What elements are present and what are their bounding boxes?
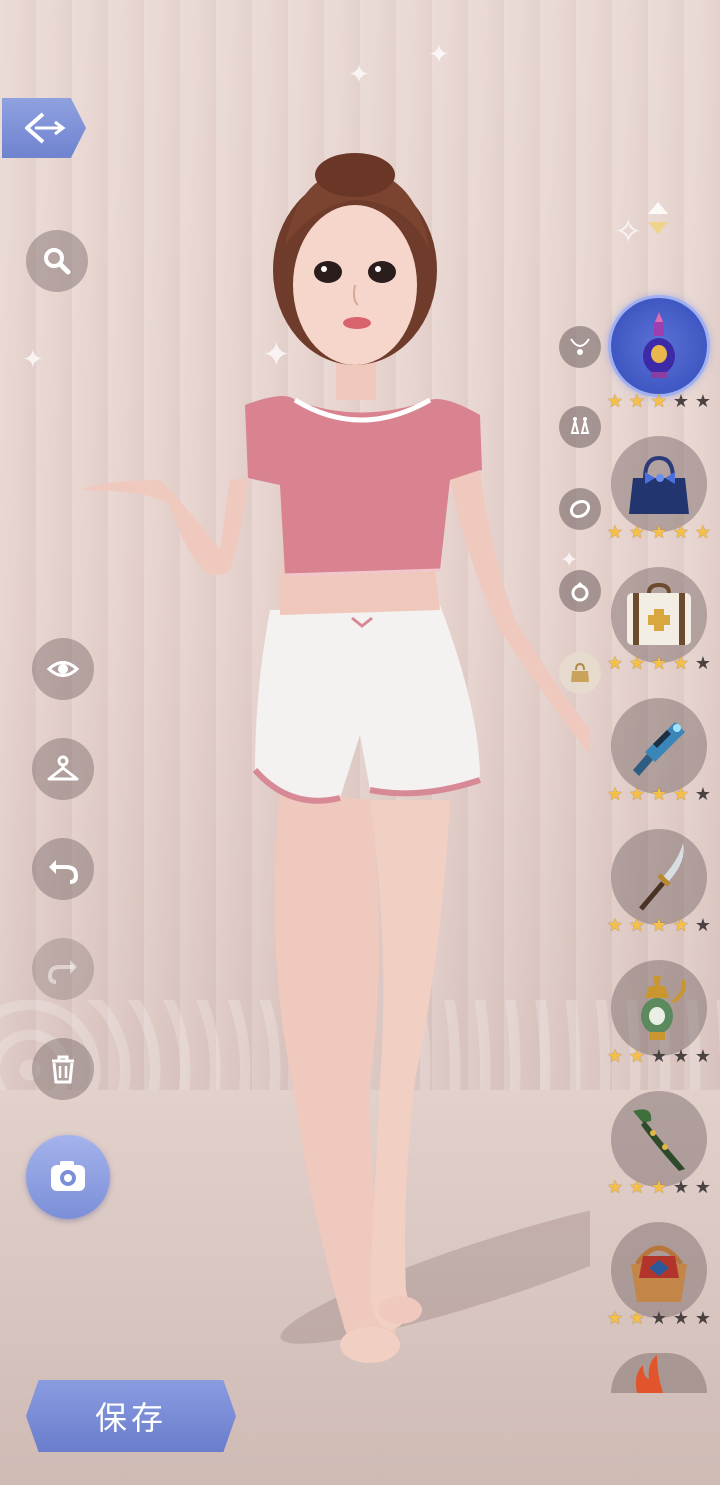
category-necklace[interactable] <box>559 326 601 368</box>
undo-button[interactable] <box>32 838 94 900</box>
perfume-bottle-icon <box>643 312 675 378</box>
back-arrow-icon <box>25 112 66 144</box>
visibility-button[interactable] <box>32 638 94 700</box>
undo-icon <box>49 860 79 884</box>
blue-handbag-icon <box>629 455 689 514</box>
rating-stars: ★ ★ ★ ★ ★ <box>606 1046 712 1067</box>
rating-stars: ★ ★ ★ ★ ★ <box>606 391 712 412</box>
back-button[interactable] <box>2 98 86 158</box>
ring-icon <box>571 582 589 602</box>
item-ornate-ewer[interactable] <box>611 960 707 1056</box>
save-button[interactable]: 保存 <box>26 1380 236 1452</box>
category-handbag[interactable] <box>559 652 601 694</box>
search-icon <box>44 248 71 275</box>
camera-button[interactable] <box>26 1135 110 1219</box>
blaster-icon <box>633 722 685 776</box>
sparkle: ✦ <box>428 40 450 70</box>
undress-button[interactable] <box>32 738 94 800</box>
redo-icon <box>47 960 77 984</box>
item-blue-blaster[interactable] <box>611 698 707 794</box>
item-woven-basket[interactable] <box>611 1222 707 1318</box>
rating-stars: ★ ★ ★ ★ ★ <box>606 784 712 805</box>
handbag-icon <box>571 662 589 682</box>
hanger-icon <box>47 755 79 781</box>
item-medical-suitcase[interactable] <box>611 567 707 663</box>
sparkle: ✦ <box>22 345 44 375</box>
camera-icon <box>51 1161 85 1191</box>
redo-button[interactable] <box>32 938 94 1000</box>
eye-icon <box>46 661 80 677</box>
sparkle: ✦ <box>348 60 370 90</box>
suitcase-icon <box>627 582 691 645</box>
ewer-icon <box>641 976 686 1040</box>
category-earrings[interactable] <box>559 406 601 448</box>
necklace-icon <box>570 338 590 355</box>
category-bracelet[interactable] <box>559 488 601 530</box>
rating-stars: ★ ★ ★ ★ ★ <box>606 653 712 674</box>
save-button-label: 保存 <box>94 1399 167 1437</box>
bracelet-icon <box>569 499 591 519</box>
earrings-icon <box>570 417 590 434</box>
rating-stars: ★ ★ ★ ★ ★ <box>606 1308 712 1329</box>
category-ring[interactable] <box>559 570 601 612</box>
rating-stars: ★ ★ ★ ★ ★ <box>606 915 712 936</box>
sparkle: ✧ <box>614 212 643 252</box>
sort-icon[interactable] <box>646 200 670 236</box>
dagger-icon <box>633 1109 685 1171</box>
item-blue-handbag[interactable] <box>611 436 707 532</box>
item-curved-dagger[interactable] <box>611 1091 707 1187</box>
trash-icon <box>52 1055 74 1084</box>
item-perfume-bottle[interactable] <box>611 298 707 394</box>
basket-icon <box>631 1245 687 1302</box>
rating-stars: ★ ★ ★ ★ ★ <box>606 522 712 543</box>
search-button[interactable] <box>26 230 88 292</box>
sword-icon <box>639 843 684 911</box>
item-long-sword[interactable] <box>611 829 707 925</box>
delete-button[interactable] <box>32 1038 94 1100</box>
rating-stars: ★ ★ ★ ★ ★ <box>606 1177 712 1198</box>
avatar-character[interactable] <box>70 150 590 1380</box>
flame-icon <box>635 1355 663 1393</box>
